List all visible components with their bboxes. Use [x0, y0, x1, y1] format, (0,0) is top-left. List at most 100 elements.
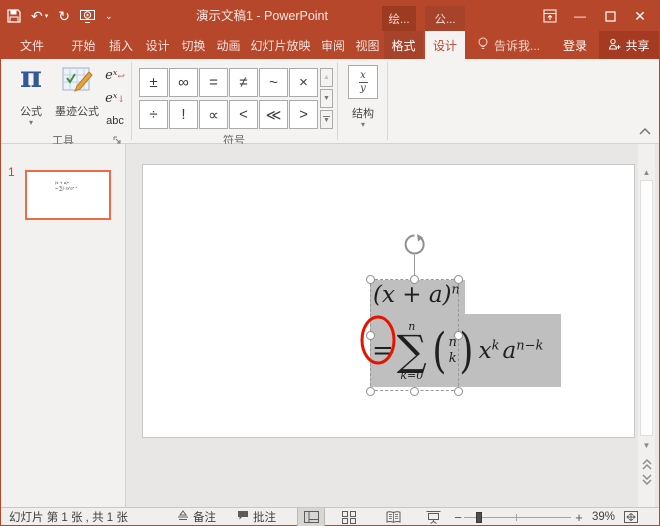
scrollbar-thumb[interactable] [640, 180, 653, 436]
slide-canvas[interactable]: (x + a)n = n ∑ k=0 ( n k ) xk [142, 164, 635, 438]
comments-button[interactable]: 批注 [237, 508, 276, 526]
group-separator [387, 62, 388, 140]
symbol-less-than[interactable]: < [229, 100, 258, 129]
tab-home[interactable]: 开始 [65, 31, 102, 59]
tab-slideshow[interactable]: 幻灯片放映 [246, 31, 315, 59]
structures-label: 结构 [341, 105, 385, 121]
customize-qat-icon[interactable]: ⌄ [105, 11, 113, 22]
resize-handle-bottom-middle[interactable] [410, 387, 419, 396]
symbol-infinity[interactable]: ∞ [169, 68, 198, 97]
scroll-down-icon[interactable]: ▼ [639, 438, 654, 452]
resize-handle-bottom-left[interactable] [366, 387, 375, 396]
symbol-plus-minus[interactable]: ± [139, 68, 168, 97]
ribbon-display-options-icon[interactable] [535, 1, 565, 31]
quick-access-toolbar: ↶▾ ↻ ⌄ [7, 1, 113, 31]
symbol-times[interactable]: × [289, 68, 318, 97]
save-icon[interactable] [7, 9, 21, 23]
slide-thumbnail[interactable]: (x + a)n = ∑(ⁿₖ)xkan−k [25, 170, 111, 220]
sign-in-button[interactable]: 登录 [563, 31, 587, 59]
tab-drawing-format[interactable]: 格式 [384, 31, 423, 59]
symbol-tilde[interactable]: ~ [259, 68, 288, 97]
collapse-ribbon-icon[interactable] [639, 122, 651, 140]
structures-dropdown-icon: ▾ [341, 120, 385, 129]
tab-file[interactable]: 文件 [13, 31, 51, 59]
tab-equation-design-active[interactable]: 设计 [425, 31, 465, 59]
tell-me-box[interactable]: 告诉我... [477, 31, 540, 59]
next-slide-icon[interactable] [639, 472, 654, 486]
start-slideshow-icon[interactable] [80, 10, 95, 23]
ribbon: π 公式 ▾ 墨迹公式 eˣ↩ eˣ↓ [1, 59, 659, 144]
previous-slide-icon[interactable] [639, 457, 654, 471]
slide-editor-area: (x + a)n = n ∑ k=0 ( n k ) xk [126, 144, 659, 507]
symbol-not-equal[interactable]: ≠ [229, 68, 258, 97]
share-button[interactable]: 共享 [599, 31, 659, 59]
minimize-button[interactable]: — [565, 1, 595, 31]
context-header-equation-tools: 公... [425, 6, 465, 31]
resize-handle-bottom-right[interactable] [454, 387, 463, 396]
professional-label: eˣ [105, 68, 117, 83]
zoom-percentage[interactable]: 39% [592, 508, 615, 526]
resize-handle-top-middle[interactable] [410, 275, 419, 284]
share-person-icon [608, 38, 621, 53]
symbol-factorial[interactable]: ! [169, 100, 198, 129]
reading-view-button[interactable] [379, 508, 407, 526]
symbol-much-less[interactable]: ≪ [259, 100, 288, 129]
fraction-icon: x y [348, 65, 378, 99]
professional-arrow-icon: ↩ [117, 72, 125, 82]
slide-counter[interactable]: 幻灯片 第 1 张 , 共 1 张 [9, 508, 128, 526]
thumbnail-equation: (x + a)n = ∑(ⁿₖ)xkan−k [55, 181, 77, 191]
slideshow-view-button[interactable] [419, 508, 447, 526]
close-button[interactable]: ✕ [625, 1, 655, 31]
status-bar: 幻灯片 第 1 张 , 共 1 张 备注 批注 − + [1, 507, 659, 525]
notes-button[interactable]: 备注 [177, 508, 216, 526]
title-bar: ↶▾ ↻ ⌄ 演示文稿1 - PowerPoint 绘... 公... — ✕ [1, 1, 659, 31]
slide-sorter-view-button[interactable] [335, 508, 363, 526]
ribbon-tab-row: 文件 开始 插入 设计 切换 动画 幻灯片放映 审阅 视图 格式 设计 告诉我.… [1, 31, 659, 59]
normal-text-button[interactable]: abc [101, 110, 129, 132]
vertical-scrollbar[interactable]: ▲ ▼ [638, 144, 655, 507]
tab-transitions[interactable]: 切换 [176, 31, 211, 59]
tab-insert[interactable]: 插入 [103, 31, 139, 59]
equation-button-label: 公式 [7, 103, 55, 119]
zoom-out-icon[interactable]: − [452, 508, 464, 526]
resize-handle-middle-left[interactable] [366, 331, 375, 340]
group-separator [131, 62, 132, 140]
zoom-slider-thumb[interactable] [476, 512, 482, 523]
powerpoint-window: ↶▾ ↻ ⌄ 演示文稿1 - PowerPoint 绘... 公... — ✕ … [0, 0, 660, 526]
rotate-handle-icon[interactable] [403, 233, 426, 261]
professional-button[interactable]: eˣ↩ [101, 64, 129, 86]
textbox-selection-border[interactable] [370, 279, 459, 391]
maximize-button[interactable] [595, 1, 625, 31]
undo-dropdown-icon[interactable]: ▾ [45, 12, 49, 20]
slide-thumbnail-panel: 1 (x + a)n = ∑(ⁿₖ)xkan−k [1, 144, 125, 507]
linear-arrow-icon: ↓ [117, 95, 125, 105]
fraction-numerator: x [360, 71, 366, 81]
context-header-drawing-tools: 绘... [382, 6, 416, 31]
linear-button[interactable]: eˣ↓ [101, 87, 129, 109]
symbols-scroll-down-icon[interactable]: ▼ [320, 89, 333, 108]
zoom-in-icon[interactable]: + [573, 508, 585, 526]
tab-view[interactable]: 视图 [351, 31, 384, 59]
symbol-proportional[interactable]: ∝ [199, 100, 228, 129]
comments-label: 批注 [253, 509, 276, 525]
tab-animations[interactable]: 动画 [211, 31, 246, 59]
symbols-more-icon[interactable]: ▼ [320, 110, 333, 129]
notes-icon [177, 510, 189, 524]
symbols-scroll-up-icon[interactable]: ▲ [320, 68, 333, 87]
fraction-denominator: y [360, 84, 366, 94]
ink-equation-icon [61, 64, 93, 101]
resize-handle-middle-right[interactable] [454, 331, 463, 340]
scroll-up-icon[interactable]: ▲ [639, 165, 654, 179]
normal-view-button[interactable] [297, 508, 325, 526]
symbol-greater-than[interactable]: > [289, 100, 318, 129]
tab-review[interactable]: 审阅 [315, 31, 351, 59]
comments-icon [237, 510, 249, 524]
resize-handle-top-right[interactable] [454, 275, 463, 284]
symbol-equals[interactable]: = [199, 68, 228, 97]
resize-handle-top-left[interactable] [366, 275, 375, 284]
fit-slide-to-window-icon[interactable] [617, 508, 645, 526]
redo-icon[interactable]: ↻ [58, 8, 70, 25]
undo-icon[interactable]: ↶▾ [31, 8, 48, 25]
symbol-divide[interactable]: ÷ [139, 100, 168, 129]
tab-design[interactable]: 设计 [140, 31, 175, 59]
